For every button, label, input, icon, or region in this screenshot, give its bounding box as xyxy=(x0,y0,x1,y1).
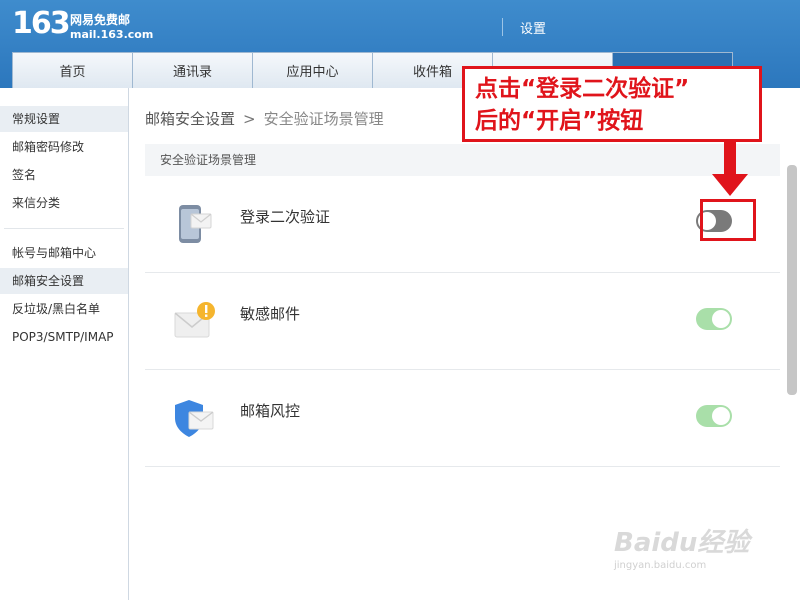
sidebar-item-general[interactable]: 常规设置 xyxy=(0,106,128,132)
sidebar-item-signature[interactable]: 签名 xyxy=(0,162,128,188)
sidebar-item-antispam[interactable]: 反垃圾/黑白名单 xyxy=(0,296,128,322)
sidebar-item-security[interactable]: 邮箱安全设置 xyxy=(0,268,128,294)
watermark-url: jingyan.baidu.com xyxy=(614,560,707,571)
mail-logo[interactable]: 163 网易免费邮 mail.163.com xyxy=(12,6,154,44)
setting-label: 邮箱风控 xyxy=(240,402,301,420)
logo-domain: mail.163.com xyxy=(70,28,154,41)
instruction-line-1: 点击“登录二次验证” xyxy=(475,76,690,102)
breadcrumb-separator: > xyxy=(243,110,256,128)
header-title: 设置 xyxy=(520,22,547,37)
toggle-highlight-box xyxy=(700,199,756,241)
instruction-callout: 点击“登录二次验证” 后的“开启”按钮 xyxy=(462,66,762,142)
phone-mail-icon xyxy=(173,202,217,246)
breadcrumb-parent[interactable]: 邮箱安全设置 xyxy=(145,110,235,128)
setting-row-sensitive-mail: 敏感邮件 xyxy=(145,273,780,370)
logo-number: 163 xyxy=(12,6,71,41)
sidebar-item-mail-filter[interactable]: 来信分类 xyxy=(0,190,128,216)
watermark-text: Baidu经验 xyxy=(614,528,750,558)
sidebar-item-pop3[interactable]: POP3/SMTP/IMAP xyxy=(0,324,128,350)
section-header: 安全验证场景管理 xyxy=(145,144,780,176)
vertical-scrollbar[interactable] xyxy=(787,165,797,395)
setting-row-login-verify: 登录二次验证 xyxy=(145,176,780,273)
header-divider xyxy=(502,18,503,36)
risk-control-toggle[interactable] xyxy=(696,405,732,427)
setting-label: 敏感邮件 xyxy=(240,305,301,323)
baidu-watermark: Baidu经验 jingyan.baidu.com xyxy=(614,522,750,571)
shield-mail-icon xyxy=(173,396,217,440)
tab-app-center[interactable]: 应用中心 xyxy=(252,52,373,88)
breadcrumb: 邮箱安全设置 > 安全验证场景管理 xyxy=(145,108,384,129)
toggle-knob xyxy=(712,407,730,425)
tab-contacts[interactable]: 通讯录 xyxy=(132,52,253,88)
arrow-head-icon xyxy=(712,174,748,196)
instruction-line-2: 后的“开启”按钮 xyxy=(475,108,644,134)
sidebar-item-account-center[interactable]: 帐号与邮箱中心 xyxy=(0,240,128,266)
logo-brand-name: 网易免费邮 xyxy=(70,13,131,27)
sidebar-divider xyxy=(4,228,124,229)
settings-sidebar: 常规设置 邮箱密码修改 签名 来信分类 帐号与邮箱中心 邮箱安全设置 反垃圾/黑… xyxy=(0,88,129,600)
toggle-knob xyxy=(712,310,730,328)
tab-home[interactable]: 首页 xyxy=(12,52,133,88)
sensitive-mail-toggle[interactable] xyxy=(696,308,732,330)
breadcrumb-current: 安全验证场景管理 xyxy=(263,110,384,128)
down-arrow-icon xyxy=(724,142,736,176)
setting-label: 登录二次验证 xyxy=(240,208,331,226)
setting-row-risk-control: 邮箱风控 xyxy=(145,370,780,467)
sidebar-item-password[interactable]: 邮箱密码修改 xyxy=(0,134,128,160)
mail-alert-icon xyxy=(173,299,217,343)
